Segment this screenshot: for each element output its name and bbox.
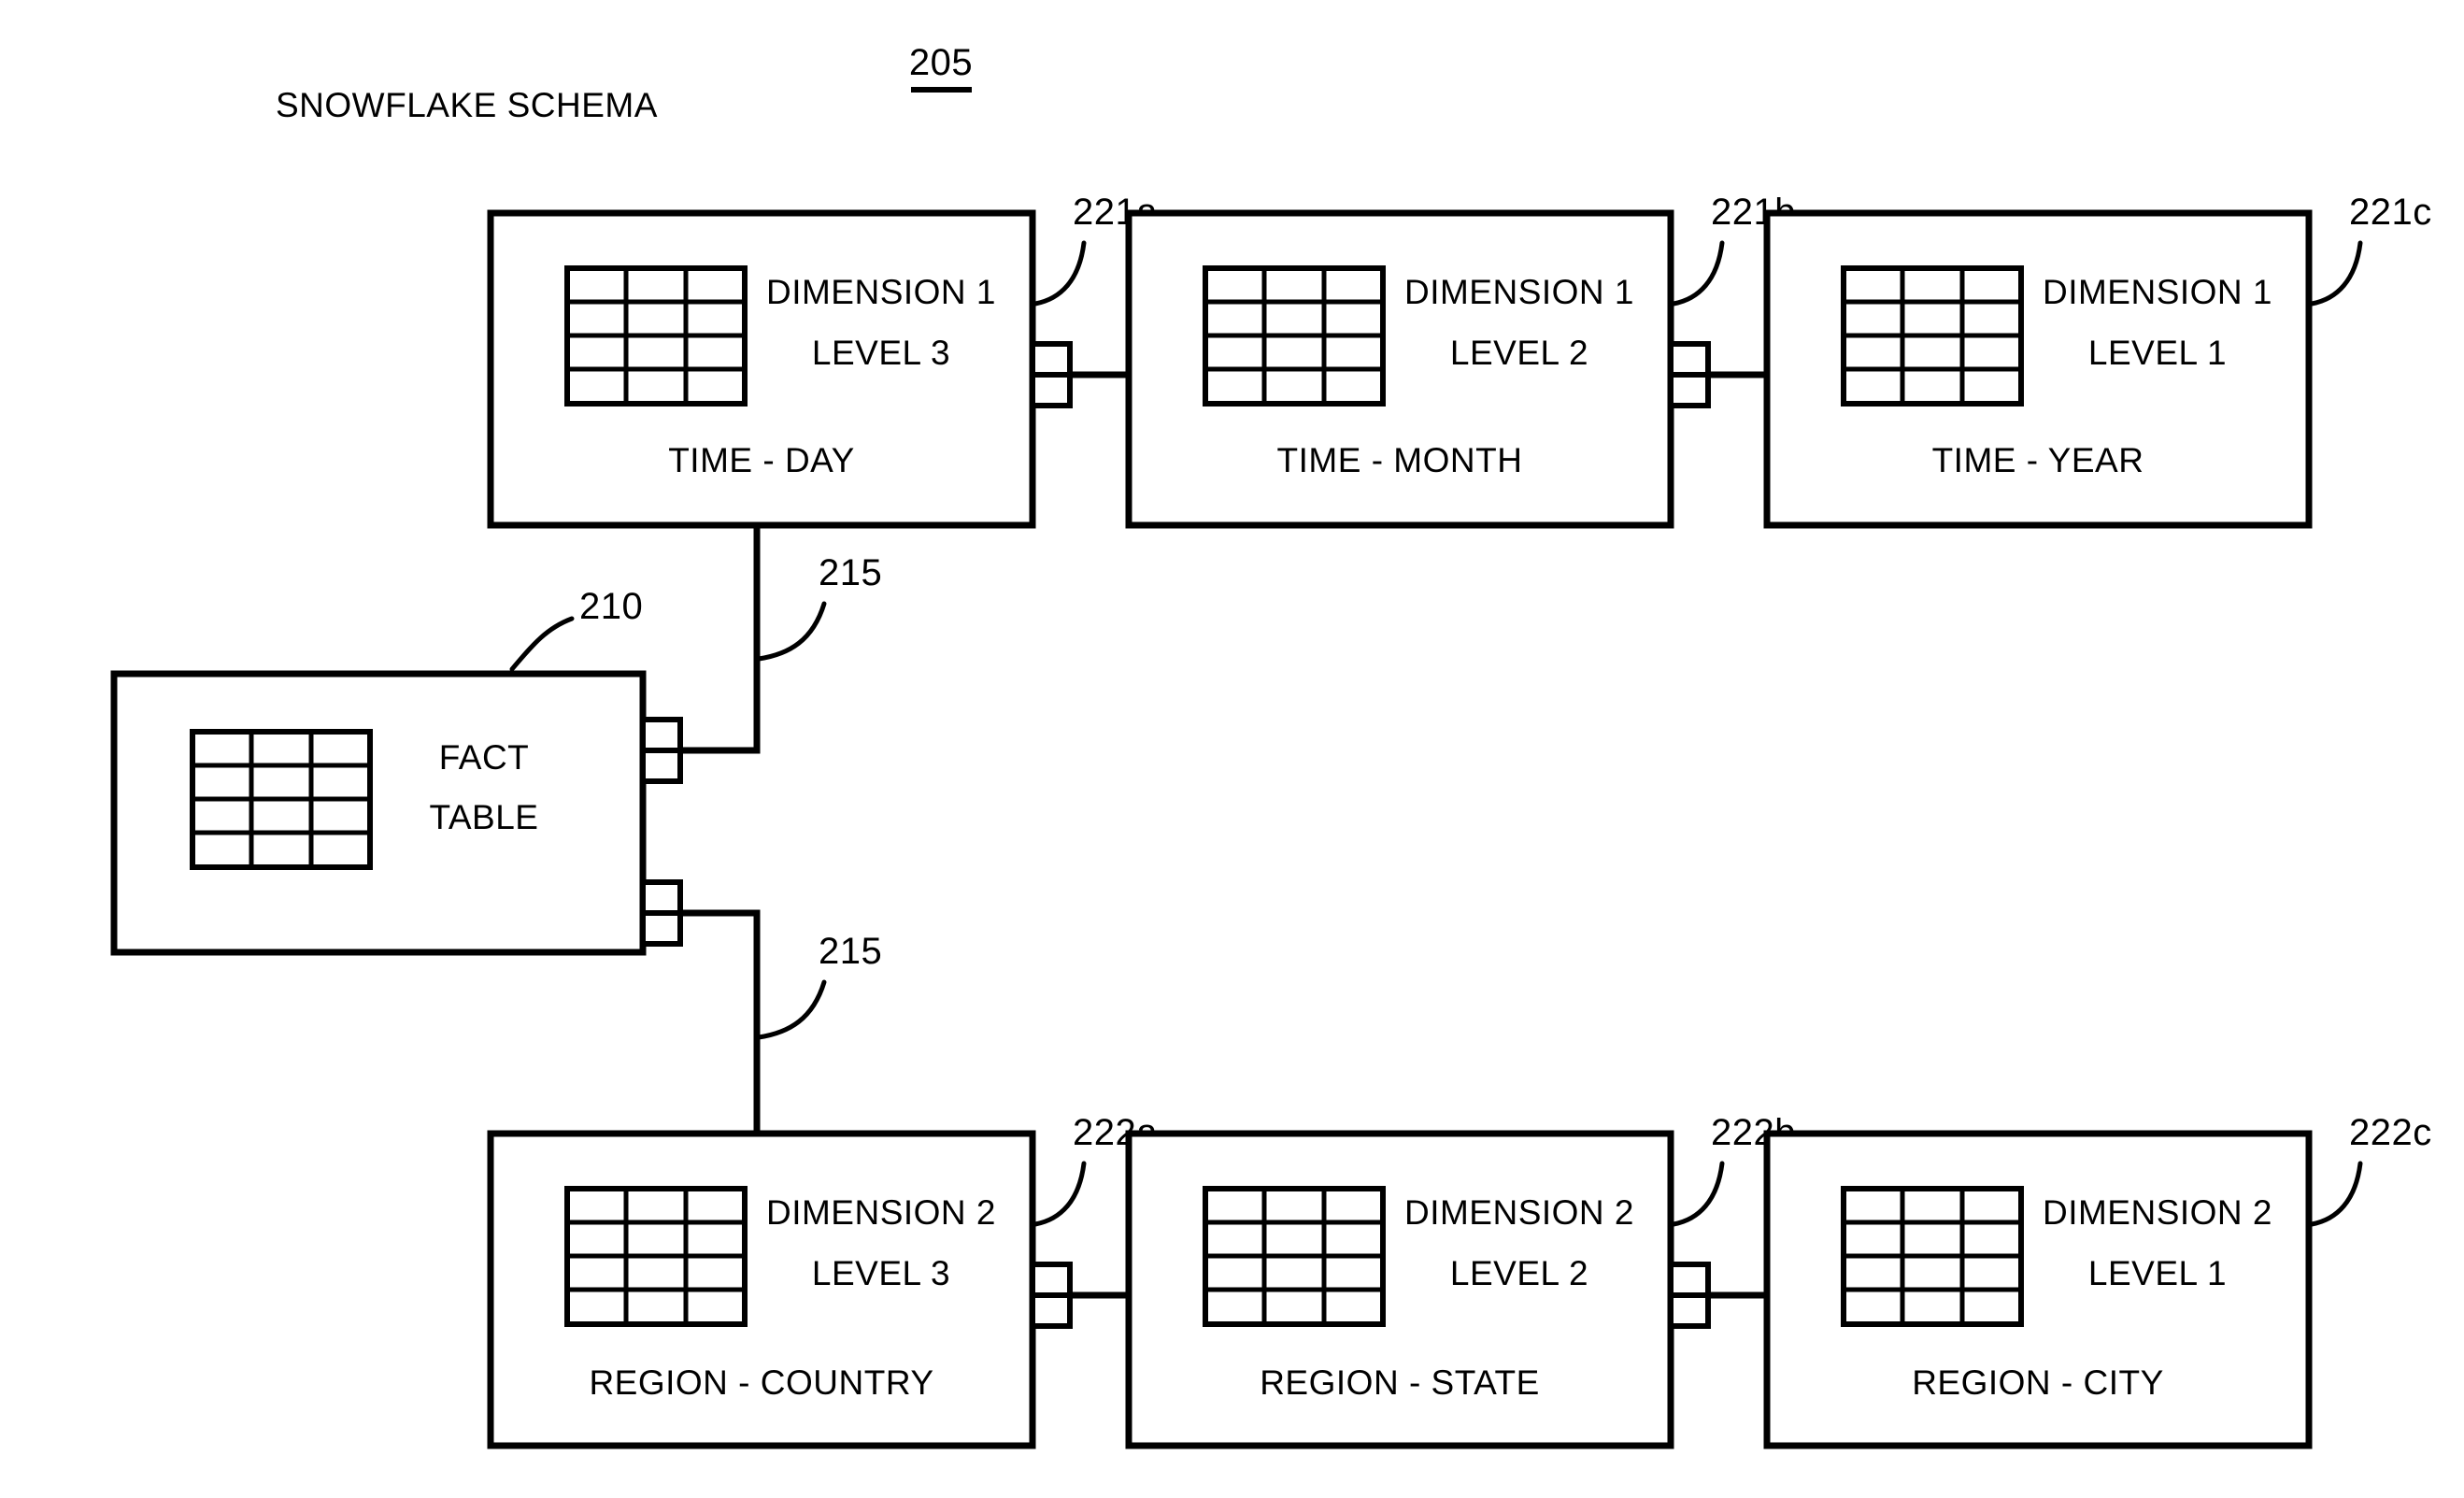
- ref-222b-leader: [1671, 1161, 1725, 1227]
- diagram-canvas: SNOWFLAKE SCHEMA 205 FACT TABLE 210 215 …: [110, 42, 2432, 1449]
- dimension-box-222b-dimension: DIMENSION 2: [1404, 1193, 1634, 1232]
- region-link-ref-leader: [756, 979, 827, 1040]
- fact-table-label-line2: TABLE: [430, 798, 539, 836]
- ref-221b-leader: [1671, 240, 1725, 307]
- table-grid-icon: [1841, 1186, 2024, 1327]
- dimension-box-222a[interactable]: DIMENSION 2 LEVEL 3 REGION - COUNTRY: [487, 1130, 1036, 1449]
- connector-222a-right: [1030, 1262, 1073, 1329]
- ref-222a-leader: [1033, 1161, 1087, 1227]
- dimension-box-221c[interactable]: DIMENSION 1 LEVEL 1 TIME - YEAR: [1763, 209, 2313, 529]
- dimension-box-222b-name: REGION - STATE: [1260, 1363, 1540, 1402]
- dimension-box-221a-dimension: DIMENSION 1: [766, 273, 996, 311]
- dimension-box-221b-dimension: DIMENSION 1: [1404, 273, 1634, 311]
- dimension-box-222b-level: LEVEL 2: [1450, 1254, 1588, 1292]
- ref-221a-leader: [1033, 240, 1087, 307]
- connector-221a-right: [1030, 341, 1073, 408]
- dimension-box-222c-name: REGION - CITY: [1912, 1363, 2164, 1402]
- ref-222c-leader: [2309, 1161, 2363, 1227]
- dimension-box-221b[interactable]: DIMENSION 1 LEVEL 2 TIME - MONTH: [1125, 209, 1674, 529]
- table-grid-icon: [564, 1186, 748, 1327]
- fact-table-ref-label: 210: [579, 586, 643, 627]
- time-link-ref-leader: [756, 601, 827, 662]
- dimension-box-221c-level: LEVEL 1: [2088, 334, 2227, 372]
- figure-ref-label: 205: [909, 42, 973, 83]
- dimension-box-222c-level: LEVEL 1: [2088, 1254, 2227, 1292]
- link-fact-to-region-country: [680, 909, 761, 1134]
- fact-table-ref-leader: [509, 616, 575, 672]
- table-grid-icon: [1203, 1186, 1386, 1327]
- dimension-box-221b-name: TIME - MONTH: [1277, 441, 1523, 479]
- fact-table-box[interactable]: FACT TABLE: [110, 670, 647, 956]
- dimension-box-221a-name: TIME - DAY: [668, 441, 855, 479]
- dimension-box-221c-name: TIME - YEAR: [1932, 441, 2144, 479]
- link-fact-to-time-day: [680, 525, 761, 754]
- dimension-box-222a-level: LEVEL 3: [812, 1254, 950, 1292]
- ref-222c-label: 222c: [2349, 1112, 2432, 1153]
- snowflake-schema-diagram: SNOWFLAKE SCHEMA 205 FACT TABLE 210 215 …: [0, 0, 2464, 1498]
- diagram-title: SNOWFLAKE SCHEMA: [276, 86, 658, 124]
- dimension-box-221b-level: LEVEL 2: [1450, 334, 1588, 372]
- dimension-box-222b[interactable]: DIMENSION 2 LEVEL 2 REGION - STATE: [1125, 1130, 1674, 1449]
- fact-table-connector-upper: [640, 717, 683, 784]
- dimension-box-221c-dimension: DIMENSION 1: [2043, 273, 2272, 311]
- region-link-ref-label: 215: [819, 931, 882, 972]
- table-grid-icon: [1841, 265, 2024, 407]
- fact-table-connector-lower: [640, 879, 683, 947]
- fact-table-label-line1: FACT: [439, 738, 530, 777]
- connector-221b-right: [1668, 341, 1711, 408]
- table-grid-icon: [564, 265, 748, 407]
- dimension-box-222c-dimension: DIMENSION 2: [2043, 1193, 2272, 1232]
- dimension-box-221a[interactable]: DIMENSION 1 LEVEL 3 TIME - DAY: [487, 209, 1036, 529]
- connector-222b-right: [1668, 1262, 1711, 1329]
- table-grid-icon: [1203, 265, 1386, 407]
- dimension-box-222a-dimension: DIMENSION 2: [766, 1193, 996, 1232]
- table-grid-icon: [190, 729, 373, 870]
- ref-221c-leader: [2309, 240, 2363, 307]
- dimension-box-222c[interactable]: DIMENSION 2 LEVEL 1 REGION - CITY: [1763, 1130, 2313, 1449]
- dimension-box-221a-level: LEVEL 3: [812, 334, 950, 372]
- ref-221c-label: 221c: [2349, 192, 2432, 233]
- time-link-ref-label: 215: [819, 552, 882, 593]
- dimension-box-222a-name: REGION - COUNTRY: [589, 1363, 933, 1402]
